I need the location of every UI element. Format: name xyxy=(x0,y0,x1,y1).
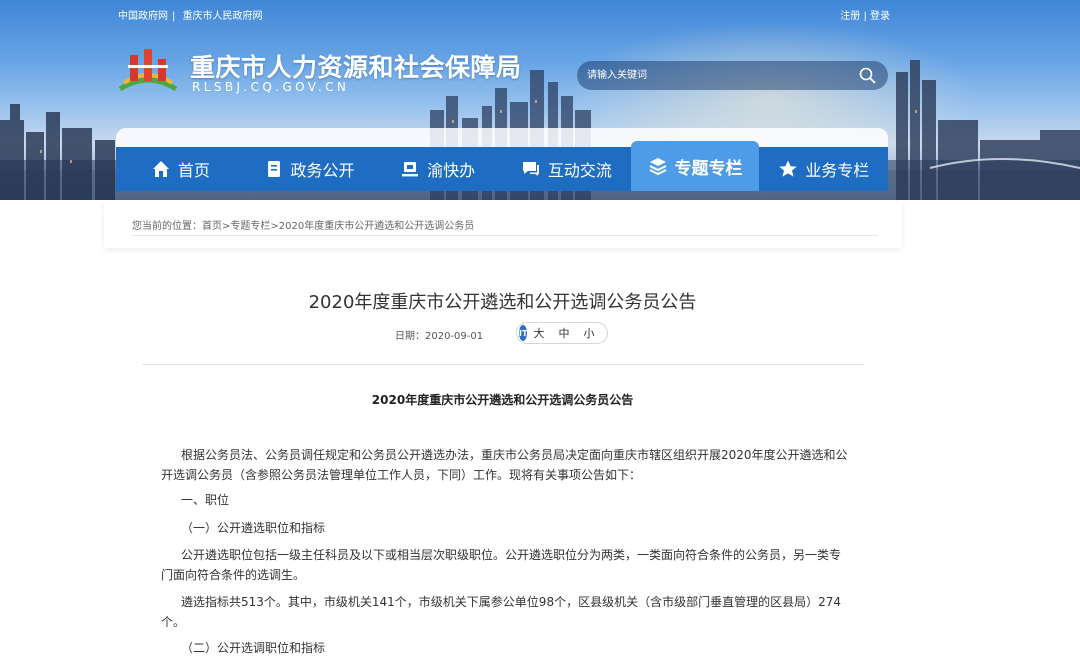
separator: | xyxy=(863,11,867,22)
breadcrumb-current[interactable]: 2020年度重庆市公开遴选和公开选调公务员 xyxy=(279,221,474,232)
breadcrumb: 您当前的位置：首页>专题专栏>2020年度重庆市公开遴选和公开选调公务员 xyxy=(132,217,474,232)
breadcrumb-special-topics[interactable]: 专题专栏 xyxy=(230,221,270,232)
login-link[interactable]: 登录 xyxy=(870,11,890,22)
font-size-icon: IT xyxy=(519,325,528,341)
nav-item-yukuaiban[interactable]: 渝快办 xyxy=(373,147,502,191)
layers-icon xyxy=(649,158,666,176)
star-icon xyxy=(779,160,797,177)
nav-label: 政务公开 xyxy=(290,161,355,180)
site-title[interactable]: 重庆市人力资源和社会保障局 xyxy=(190,48,522,84)
breadcrumb-home[interactable]: 首页 xyxy=(202,221,222,232)
nav-label: 互动交流 xyxy=(547,161,612,180)
separator: | xyxy=(172,11,176,22)
search-box xyxy=(577,61,888,90)
font-size-large[interactable]: 大 xyxy=(533,325,544,341)
font-size-small[interactable]: 小 xyxy=(583,325,594,341)
paragraph-selection-positions: 公开遴选职位包括一级主任科员及以下或相当层次职级职位。公开遴选职位分为两类，一类… xyxy=(161,548,842,582)
nav-label: 业务专栏 xyxy=(805,161,870,180)
nav-item-government-affairs[interactable]: 政务公开 xyxy=(245,147,374,191)
paragraph-intro: 根据公务员法、公务员调任规定和公务员公开遴选办法，重庆市公务员局决定面向重庆市辖… xyxy=(161,448,848,482)
nav-item-home[interactable]: 首页 xyxy=(116,147,245,191)
main-nav: 首页 政务公开 渝快办 互动交流 专题专栏 业务专栏 xyxy=(116,141,888,191)
breadcrumb-separator: > xyxy=(270,221,279,232)
paragraph-selection-quota: 遴选指标共513个。其中，市级机关141个，市级机关下属参公单位98个，区县级机… xyxy=(161,595,841,629)
nav-item-special-topics[interactable]: 专题专栏 xyxy=(630,141,760,191)
register-link[interactable]: 注册 xyxy=(840,11,860,22)
article-divider xyxy=(142,364,864,365)
top-links: 中国政府网 | 重庆市人民政府网 xyxy=(118,7,267,22)
font-size-control: IT 大 中 小 xyxy=(516,322,608,344)
nav-label: 专题专栏 xyxy=(674,158,743,179)
service-icon xyxy=(402,162,419,177)
search-icon[interactable] xyxy=(859,67,876,84)
link-china-gov[interactable]: 中国政府网 xyxy=(118,11,168,22)
section-heading-positions: 一、职位 xyxy=(181,493,230,507)
link-chongqing-gov[interactable]: 重庆市人民政府网 xyxy=(183,11,263,22)
breadcrumb-divider xyxy=(132,235,878,236)
font-size-medium[interactable]: 中 xyxy=(558,325,569,341)
breadcrumb-panel: 您当前的位置：首页>专题专栏>2020年度重庆市公开遴选和公开选调公务员 xyxy=(104,201,902,248)
bureau-logo-icon xyxy=(118,49,178,92)
subsection-heading-transfer: （二）公开选调职位和指标 xyxy=(181,641,326,655)
article-title: 2020年度重庆市公开遴选和公开选调公务员公告 xyxy=(308,292,697,313)
home-icon xyxy=(152,161,169,177)
nav-label: 渝快办 xyxy=(427,161,476,180)
chat-icon xyxy=(522,162,539,176)
article-date: 日期：2020-09-01 xyxy=(395,331,484,342)
nav-item-business[interactable]: 业务专栏 xyxy=(759,147,888,191)
breadcrumb-prefix: 您当前的位置： xyxy=(132,221,202,232)
document-icon xyxy=(267,161,280,177)
nav-item-interaction[interactable]: 互动交流 xyxy=(502,147,631,191)
search-input[interactable] xyxy=(587,67,847,84)
site-domain: RLSBJ.CQ.GOV.CN xyxy=(192,80,350,94)
nav-label: 首页 xyxy=(177,161,210,180)
document-heading: 2020年度重庆市公开遴选和公开选调公务员公告 xyxy=(371,393,634,407)
account-links: 注册 | 登录 xyxy=(840,7,890,22)
subsection-heading-selection: （一）公开遴选职位和指标 xyxy=(181,521,326,535)
